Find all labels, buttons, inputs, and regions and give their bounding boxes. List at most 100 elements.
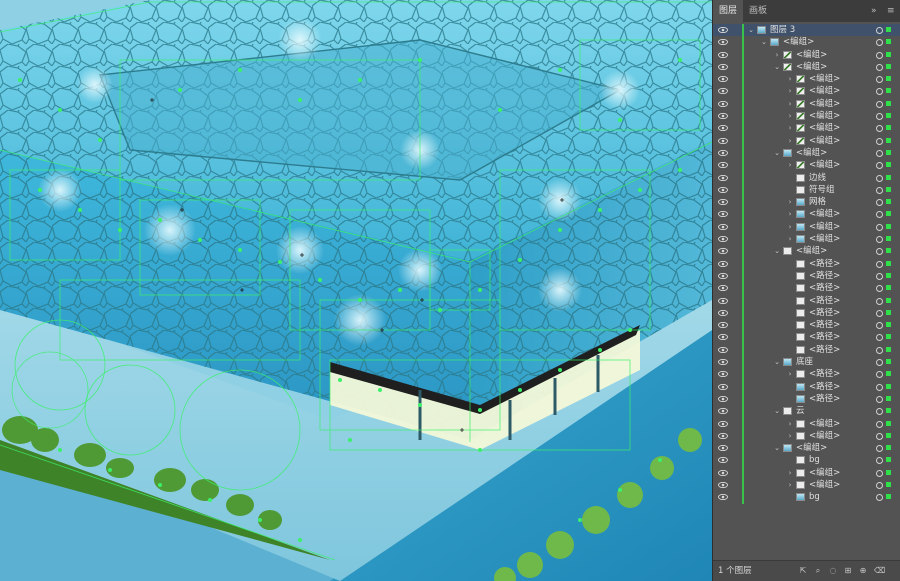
selection-indicator[interactable] xyxy=(886,100,891,106)
target-icon[interactable] xyxy=(876,322,883,330)
selection-indicator[interactable] xyxy=(886,113,891,119)
target-icon[interactable] xyxy=(876,383,883,391)
chevron-right-icon[interactable]: › xyxy=(786,208,794,220)
eye-icon[interactable] xyxy=(717,24,729,36)
eye-icon[interactable] xyxy=(717,430,729,442)
eye-icon[interactable] xyxy=(717,344,729,356)
target-icon[interactable] xyxy=(876,260,883,268)
eye-icon[interactable] xyxy=(717,479,729,491)
chevron-right-icon[interactable]: › xyxy=(786,467,794,479)
selection-indicator[interactable] xyxy=(886,211,891,217)
layer-row[interactable]: ⌄ 图层 3 xyxy=(713,24,900,37)
target-icon[interactable] xyxy=(876,494,883,502)
target-icon[interactable] xyxy=(876,223,883,231)
target-icon[interactable] xyxy=(876,346,883,354)
chevron-down-icon[interactable]: ⌄ xyxy=(773,442,781,454)
delete-icon[interactable]: ⌫ xyxy=(874,567,885,575)
layer-row[interactable]: bg xyxy=(713,491,900,504)
target-icon[interactable] xyxy=(876,248,883,256)
selection-indicator[interactable] xyxy=(886,334,891,340)
selection-indicator[interactable] xyxy=(886,383,891,389)
chevron-right-icon[interactable]: › xyxy=(786,479,794,491)
layer-row[interactable]: › <编组> xyxy=(713,97,900,111)
eye-icon[interactable] xyxy=(717,258,729,270)
eye-icon[interactable] xyxy=(717,208,729,220)
chevron-right-icon[interactable]: › xyxy=(786,122,794,134)
artboard-canvas[interactable] xyxy=(0,0,712,581)
selection-indicator[interactable] xyxy=(886,63,891,69)
target-icon[interactable] xyxy=(876,481,883,489)
eye-icon[interactable] xyxy=(717,295,729,307)
target-icon[interactable] xyxy=(876,39,883,47)
selection-indicator[interactable] xyxy=(886,39,891,45)
eye-icon[interactable] xyxy=(717,159,729,171)
selection-indicator[interactable] xyxy=(886,236,891,242)
eye-icon[interactable] xyxy=(717,110,729,122)
layer-row[interactable]: › <编组> xyxy=(713,122,900,135)
layer-row[interactable]: <路径> xyxy=(713,392,900,406)
eye-icon[interactable] xyxy=(717,282,729,294)
chevron-right-icon[interactable]: › xyxy=(786,85,794,97)
layer-row[interactable]: <路径> xyxy=(713,269,900,283)
chevron-down-icon[interactable]: ⌄ xyxy=(773,356,781,368)
layer-row[interactable]: <路径> xyxy=(713,306,900,320)
eye-icon[interactable] xyxy=(717,98,729,110)
selection-indicator[interactable] xyxy=(886,322,891,328)
eye-icon[interactable] xyxy=(717,454,729,466)
layer-row[interactable]: › <编组> xyxy=(713,417,900,430)
chevron-right-icon[interactable]: › xyxy=(786,159,794,171)
chevron-right-icon[interactable]: › xyxy=(786,110,794,122)
layer-row[interactable]: 边线 xyxy=(713,171,900,184)
chevron-right-icon[interactable]: › xyxy=(786,418,794,430)
eye-icon[interactable] xyxy=(717,85,729,97)
selection-indicator[interactable] xyxy=(886,408,891,414)
target-icon[interactable] xyxy=(876,174,883,182)
selection-indicator[interactable] xyxy=(886,162,891,168)
eye-icon[interactable] xyxy=(717,442,729,454)
eye-icon[interactable] xyxy=(717,122,729,134)
layer-row[interactable]: 符号组 xyxy=(713,183,900,197)
selection-indicator[interactable] xyxy=(886,445,891,451)
collapse-panel-icon[interactable]: » xyxy=(871,0,877,22)
layer-row[interactable]: <路径> xyxy=(713,331,900,344)
eye-icon[interactable] xyxy=(717,147,729,159)
search-icon[interactable]: ⌕ xyxy=(814,567,822,575)
eye-icon[interactable] xyxy=(717,467,729,479)
chevron-right-icon[interactable]: › xyxy=(786,368,794,380)
target-icon[interactable] xyxy=(876,469,883,477)
layer-row[interactable]: ⌄ 底座 xyxy=(713,356,900,369)
target-icon[interactable] xyxy=(876,162,883,170)
target-icon[interactable] xyxy=(876,309,883,317)
layer-row[interactable]: ⌄ <编组> xyxy=(713,245,900,258)
eye-icon[interactable] xyxy=(717,491,729,503)
layer-row[interactable]: › <编组> xyxy=(713,73,900,86)
eye-icon[interactable] xyxy=(717,61,729,73)
chevron-down-icon[interactable]: ⌄ xyxy=(773,405,781,417)
target-icon[interactable] xyxy=(876,125,883,133)
eye-icon[interactable] xyxy=(717,245,729,257)
eye-icon[interactable] xyxy=(717,356,729,368)
eye-icon[interactable] xyxy=(717,36,729,48)
new-layer-icon[interactable]: ⊕ xyxy=(859,567,867,575)
panel-menu-icon[interactable]: ≡ xyxy=(887,0,895,22)
target-icon[interactable] xyxy=(876,371,883,379)
layer-row[interactable]: › 网格 xyxy=(713,196,900,209)
eye-icon[interactable] xyxy=(717,233,729,245)
eye-icon[interactable] xyxy=(717,49,729,61)
chevron-right-icon[interactable]: › xyxy=(786,135,794,147)
selection-indicator[interactable] xyxy=(886,309,891,315)
layer-row[interactable]: › <编组> xyxy=(713,478,900,492)
layer-row[interactable]: <路径> xyxy=(713,343,900,357)
layer-row[interactable]: › <编组> xyxy=(713,233,900,246)
selection-indicator[interactable] xyxy=(886,149,891,155)
eye-icon[interactable] xyxy=(717,418,729,430)
target-icon[interactable] xyxy=(876,113,883,121)
eye-icon[interactable] xyxy=(717,393,729,405)
layer-row[interactable]: ⌄ <编组> xyxy=(713,36,900,49)
export-icon[interactable]: ⇱ xyxy=(799,567,807,575)
layer-row[interactable]: <路径> xyxy=(713,257,900,270)
selection-indicator[interactable] xyxy=(886,88,891,94)
target-icon[interactable] xyxy=(876,334,883,342)
layer-row[interactable]: › <编组> xyxy=(713,85,900,98)
chevron-down-icon[interactable]: ⌄ xyxy=(773,245,781,257)
